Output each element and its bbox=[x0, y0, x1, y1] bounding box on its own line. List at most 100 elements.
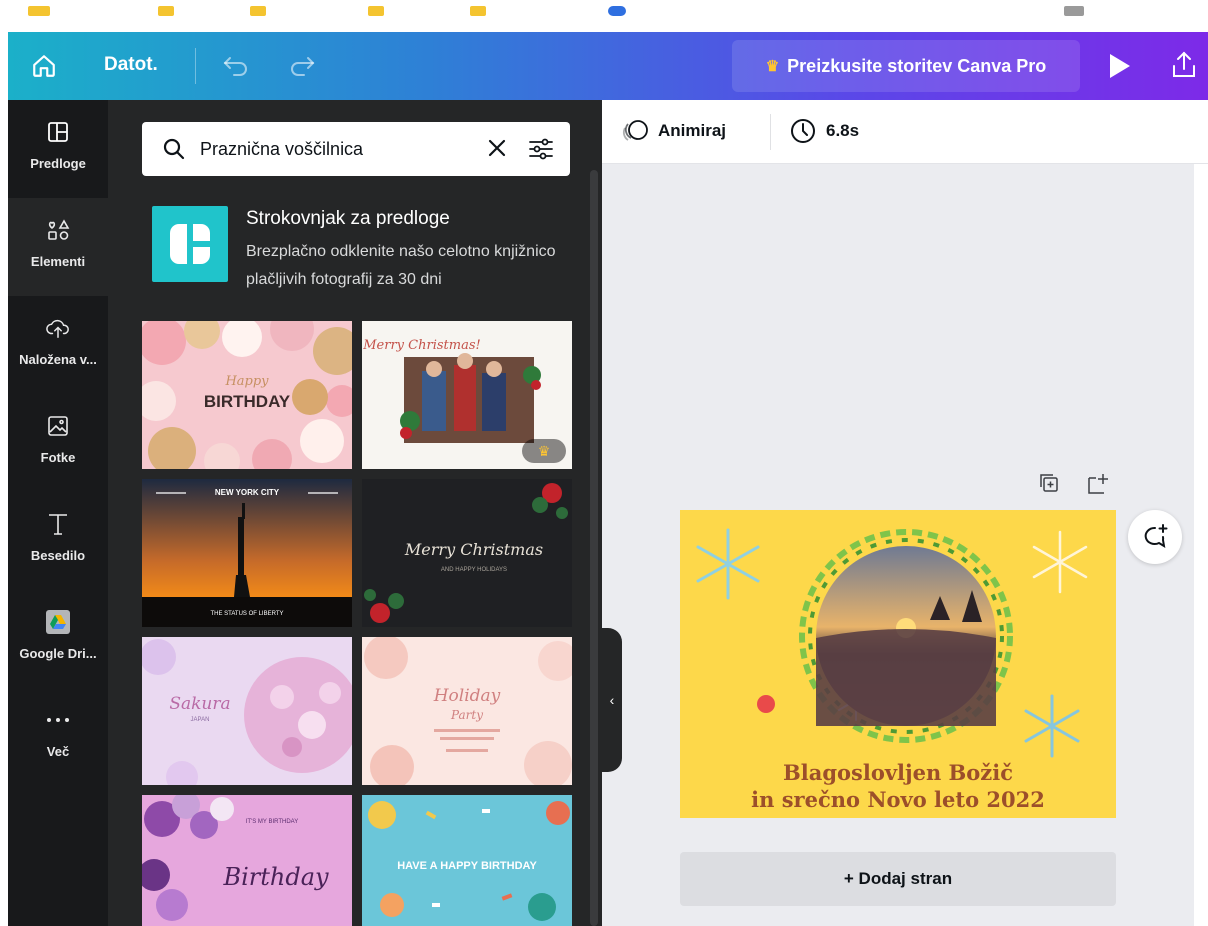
snowflake-white bbox=[1032, 530, 1088, 594]
nav-uploads-label: Naložena v... bbox=[19, 352, 97, 367]
file-menu[interactable]: Datot. bbox=[104, 54, 158, 76]
upload-share-icon bbox=[1173, 51, 1195, 77]
bookmark-item[interactable] bbox=[1064, 6, 1084, 16]
template-merry-christmas-dark[interactable]: Merry Christmas AND HAPPY HOLIDAYS bbox=[362, 479, 572, 627]
play-icon bbox=[1110, 54, 1130, 78]
templates-scrollbar[interactable] bbox=[590, 170, 598, 926]
header-divider bbox=[195, 48, 196, 84]
thumb-text: Happy bbox=[224, 374, 269, 389]
bookmark-item[interactable] bbox=[470, 6, 486, 16]
template-have-a-happy-birthday[interactable]: HAVE A HAPPY BIRTHDAY bbox=[362, 795, 572, 926]
comment-add-icon bbox=[1144, 524, 1168, 548]
templates-panel: Strokovnjak za predloge Brezplačno odkle… bbox=[108, 100, 602, 926]
undo-button[interactable] bbox=[222, 54, 250, 83]
search-icon bbox=[163, 138, 185, 160]
template-birthday-purple[interactable]: IT'S MY BIRTHDAY Birthday bbox=[142, 795, 352, 926]
nav-more[interactable]: Več bbox=[8, 688, 108, 786]
template-new-york-city[interactable]: NEW YORK CITY THE STATUS OF LIBERTY bbox=[142, 479, 352, 627]
collapse-panel-handle[interactable]: ‹ bbox=[602, 628, 622, 772]
timing-button[interactable]: 6.8s bbox=[790, 118, 859, 144]
duplicate-page-icon[interactable] bbox=[1038, 472, 1060, 494]
try-canva-pro-label: Preizkusite storitev Canva Pro bbox=[787, 55, 1047, 76]
thumb-text: Merry Christmas! bbox=[362, 338, 480, 353]
nav-templates-label: Predloge bbox=[30, 156, 86, 171]
animate-label: Animiraj bbox=[658, 121, 727, 140]
present-button[interactable] bbox=[1106, 52, 1132, 85]
crown-icon: ♛ bbox=[765, 58, 780, 75]
promo-text: Brezplačno odklenite našo celotno knjižn… bbox=[246, 243, 556, 288]
nav-text-label: Besedilo bbox=[30, 548, 86, 563]
thumb-text: BIRTHDAY bbox=[204, 392, 291, 411]
home-icon bbox=[33, 55, 55, 77]
thumb-text: JAPAN bbox=[191, 717, 210, 723]
chevron-left-icon: ‹ bbox=[609, 692, 615, 708]
thumb-text: IT'S MY BIRTHDAY bbox=[246, 819, 299, 825]
thumb-text: Merry Christmas bbox=[404, 540, 543, 559]
add-page-button[interactable]: + Dodaj stran bbox=[680, 852, 1116, 906]
bookmark-item[interactable] bbox=[28, 6, 50, 16]
animate-button[interactable]: Animiraj bbox=[622, 118, 726, 144]
design-page-card[interactable]: Blagoslovljen Božič in srečno Novo leto … bbox=[680, 510, 1116, 818]
bookmark-item[interactable] bbox=[368, 6, 384, 16]
thumb-text: Party bbox=[450, 708, 483, 722]
elements-icon bbox=[46, 218, 70, 242]
template-sakura[interactable]: Sakura JAPAN bbox=[142, 637, 352, 785]
promo-title: Strokovnjak za predloge bbox=[246, 208, 450, 229]
photos-icon bbox=[46, 414, 70, 438]
redo-icon bbox=[291, 57, 315, 76]
side-navigation: Predloge Elementi Naložena v... Fotke Be… bbox=[8, 100, 108, 926]
filter-sliders-icon[interactable] bbox=[528, 136, 554, 162]
canva-app: Datot. ♛ Preizkusite storitev Canva Pro … bbox=[0, 0, 1208, 926]
editor-scrollbar[interactable] bbox=[1194, 164, 1208, 926]
pro-crown-icon: ♛ bbox=[538, 443, 551, 459]
home-button[interactable] bbox=[28, 50, 60, 82]
upload-cloud-icon bbox=[46, 316, 70, 340]
nav-text[interactable]: Besedilo bbox=[8, 492, 108, 590]
thumb-text: Holiday bbox=[433, 686, 501, 706]
clock-icon bbox=[791, 119, 815, 143]
card-title-line1[interactable]: Blagoslovljen Božič bbox=[783, 760, 1013, 785]
card-title-line2[interactable]: in srečno Novo leto 2022 bbox=[751, 787, 1045, 812]
nav-photos[interactable]: Fotke bbox=[8, 394, 108, 492]
nav-elements[interactable]: Elementi bbox=[8, 198, 108, 296]
template-holiday-party[interactable]: Holiday Party bbox=[362, 637, 572, 785]
nav-elements-label: Elementi bbox=[30, 254, 86, 269]
more-icon bbox=[46, 708, 70, 732]
nav-photos-label: Fotke bbox=[40, 450, 76, 465]
search-input[interactable] bbox=[200, 136, 470, 162]
redo-button[interactable] bbox=[288, 54, 316, 83]
bookmark-item[interactable] bbox=[158, 6, 174, 16]
thumb-text: THE STATUS OF LIBERTY bbox=[210, 611, 283, 617]
nav-templates[interactable]: Predloge bbox=[8, 100, 108, 198]
bookmark-item[interactable] bbox=[608, 6, 626, 16]
templates-pro-promo[interactable]: Strokovnjak za predloge Brezplačno odkle… bbox=[152, 202, 572, 292]
editor-area: Animiraj 6.8s Blagoslovljen Božič in sre… bbox=[602, 100, 1208, 926]
nav-google-drive[interactable]: Google Dri... bbox=[8, 590, 108, 688]
try-canva-pro-button[interactable]: ♛ Preizkusite storitev Canva Pro bbox=[732, 40, 1080, 92]
thumb-text: NEW YORK CITY bbox=[215, 488, 280, 497]
share-button[interactable] bbox=[1170, 50, 1198, 85]
undo-icon bbox=[223, 57, 247, 76]
thumb-text: HAVE A HAPPY BIRTHDAY bbox=[397, 860, 537, 872]
add-page-icon[interactable] bbox=[1086, 472, 1110, 496]
google-drive-icon bbox=[46, 610, 70, 634]
add-comment-button[interactable] bbox=[1128, 510, 1182, 564]
thumb-text: Birthday bbox=[222, 863, 329, 891]
templates-icon bbox=[46, 120, 70, 144]
nav-google-drive-label: Google Dri... bbox=[19, 646, 97, 661]
snowflake-blue bbox=[696, 528, 760, 600]
bookmark-item[interactable] bbox=[250, 6, 266, 16]
top-bar: Datot. ♛ Preizkusite storitev Canva Pro bbox=[8, 32, 1208, 100]
text-icon bbox=[46, 512, 70, 536]
nav-uploads[interactable]: Naložena v... bbox=[8, 296, 108, 394]
template-birthday-balloons[interactable]: Happy BIRTHDAY bbox=[142, 321, 352, 469]
template-expert-logo bbox=[152, 206, 228, 282]
nav-more-label: Več bbox=[46, 744, 70, 759]
editor-toolbar: Animiraj 6.8s bbox=[602, 100, 1208, 164]
scrollbar-thumb[interactable] bbox=[590, 170, 598, 926]
thumb-text: Sakura bbox=[169, 694, 230, 714]
template-merry-christmas-photo[interactable]: Merry Christmas! ♛ bbox=[362, 321, 572, 469]
animate-icon bbox=[622, 120, 648, 141]
clear-search-icon[interactable] bbox=[486, 137, 508, 159]
window-edge bbox=[0, 0, 8, 926]
